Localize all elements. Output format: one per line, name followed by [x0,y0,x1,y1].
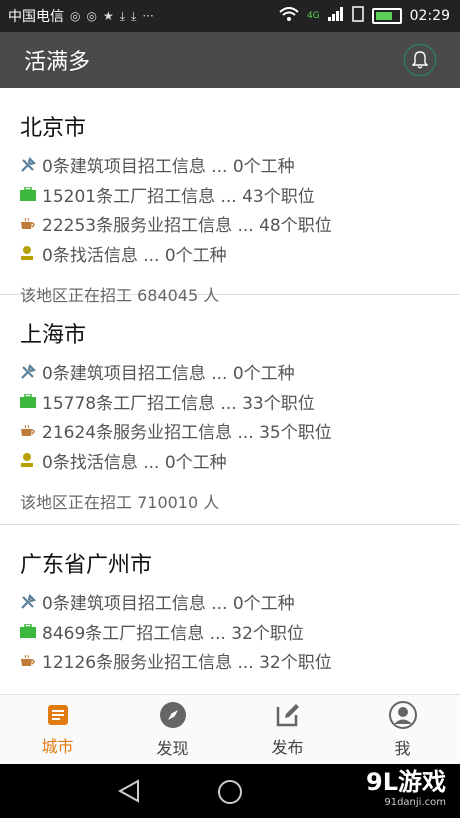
person-icon [388,701,417,729]
construction-row[interactable]: 0条建筑项目招工信息 ... 0个工种 [20,150,460,180]
city-name: 北京市 [20,116,87,141]
battery-icon [371,8,402,24]
factory-row[interactable]: 15778条工厂招工信息 ... 33个职位 [20,387,460,417]
sync-icon-2: ◎ [86,9,97,23]
briefcase-icon [20,624,42,639]
factory-row[interactable]: 15201条工厂招工信息 ... 43个职位 [20,180,460,210]
worker-icon [20,245,42,261]
briefcase-icon [20,394,42,409]
carrier-label: 中国电信 [8,9,64,25]
notification-button[interactable] [404,44,436,76]
city-card-shanghai[interactable]: 上海市 0条建筑项目招工信息 ... 0个工种 15778条工厂招工信息 ...… [0,295,460,525]
hiring-summary: 该地区正在招工 710010 人 [20,493,220,512]
app-title: 活满多 [24,50,91,75]
watermark-brand: 9L游戏 [366,768,446,796]
sim-icon [351,6,364,26]
status-bar: 中国电信 ◎ ◎ ★ ⤓ ⤓ ··· 4G 02:29 [0,0,460,32]
tools-icon [20,156,42,173]
signal-icon [327,7,344,25]
coffee-cup-icon [20,217,42,231]
city-card-guangzhou[interactable]: 广东省广州市 0条建筑项目招工信息 ... 0个工种 8469条工厂招工信息 .… [0,525,460,694]
compass-icon [159,702,186,728]
tab-label: 城市 [41,737,74,756]
construction-row[interactable]: 0条建筑项目招工信息 ... 0个工种 [20,357,460,387]
download-icon: ⤓ [119,8,126,23]
tab-city[interactable]: 城市 [0,695,115,765]
tab-label: 我 [394,739,411,758]
city-card-beijing[interactable]: 北京市 0条建筑项目招工信息 ... 0个工种 15201条工厂招工信息 ...… [0,88,460,305]
bottom-tab-bar: 城市 发现 发布 我 [0,694,460,765]
watermark-site: 91danji.com [384,797,446,808]
download-icon-2: ⤓ [131,8,137,23]
construction-row[interactable]: 0条建筑项目招工信息 ... 0个工种 [20,587,460,617]
star-icon: ★ [102,9,114,23]
service-row[interactable]: 21624条服务业招工信息 ... 35个职位 [20,416,460,446]
wifi-icon [279,7,299,25]
back-button[interactable] [117,779,140,807]
more-icon: ··· [142,9,154,23]
job-seeker-row[interactable]: 0条找活信息 ... 0个工种 [20,239,460,269]
home-button[interactable] [217,779,243,809]
network-type-label: 4G [306,11,320,21]
city-list: 北京市 0条建筑项目招工信息 ... 0个工种 15201条工厂招工信息 ...… [0,88,460,694]
tab-discover[interactable]: 发现 [115,695,230,765]
document-icon [47,705,68,725]
service-row[interactable]: 12126条服务业招工信息 ... 32个职位 [20,646,460,676]
job-seeker-row[interactable]: 0条找活信息 ... 0个工种 [20,446,460,476]
app-bar: 活满多 [0,32,460,88]
factory-row[interactable]: 8469条工厂招工信息 ... 32个职位 [20,617,460,647]
city-name: 广东省广州市 [20,553,153,578]
tab-publish[interactable]: 发布 [230,695,345,765]
tab-label: 发布 [271,738,304,757]
tab-me[interactable]: 我 [345,695,460,765]
home-circle-icon [218,780,242,804]
service-row[interactable]: 22253条服务业招工信息 ... 48个职位 [20,209,460,239]
coffee-cup-icon [20,424,42,438]
briefcase-icon [20,187,42,202]
watermark: 9L游戏 91danji.com [366,770,446,808]
tools-icon [20,363,42,380]
city-name: 上海市 [20,323,87,348]
system-nav-bar: 9L游戏 91danji.com [0,764,460,818]
tab-label: 发现 [156,739,189,758]
coffee-cup-icon [20,654,42,668]
edit-icon [276,704,299,727]
back-triangle-icon [117,779,139,803]
worker-icon [20,452,42,468]
sync-icon: ◎ [70,9,81,23]
bell-icon [412,51,428,69]
tools-icon [20,593,42,610]
clock: 02:29 [409,8,450,24]
